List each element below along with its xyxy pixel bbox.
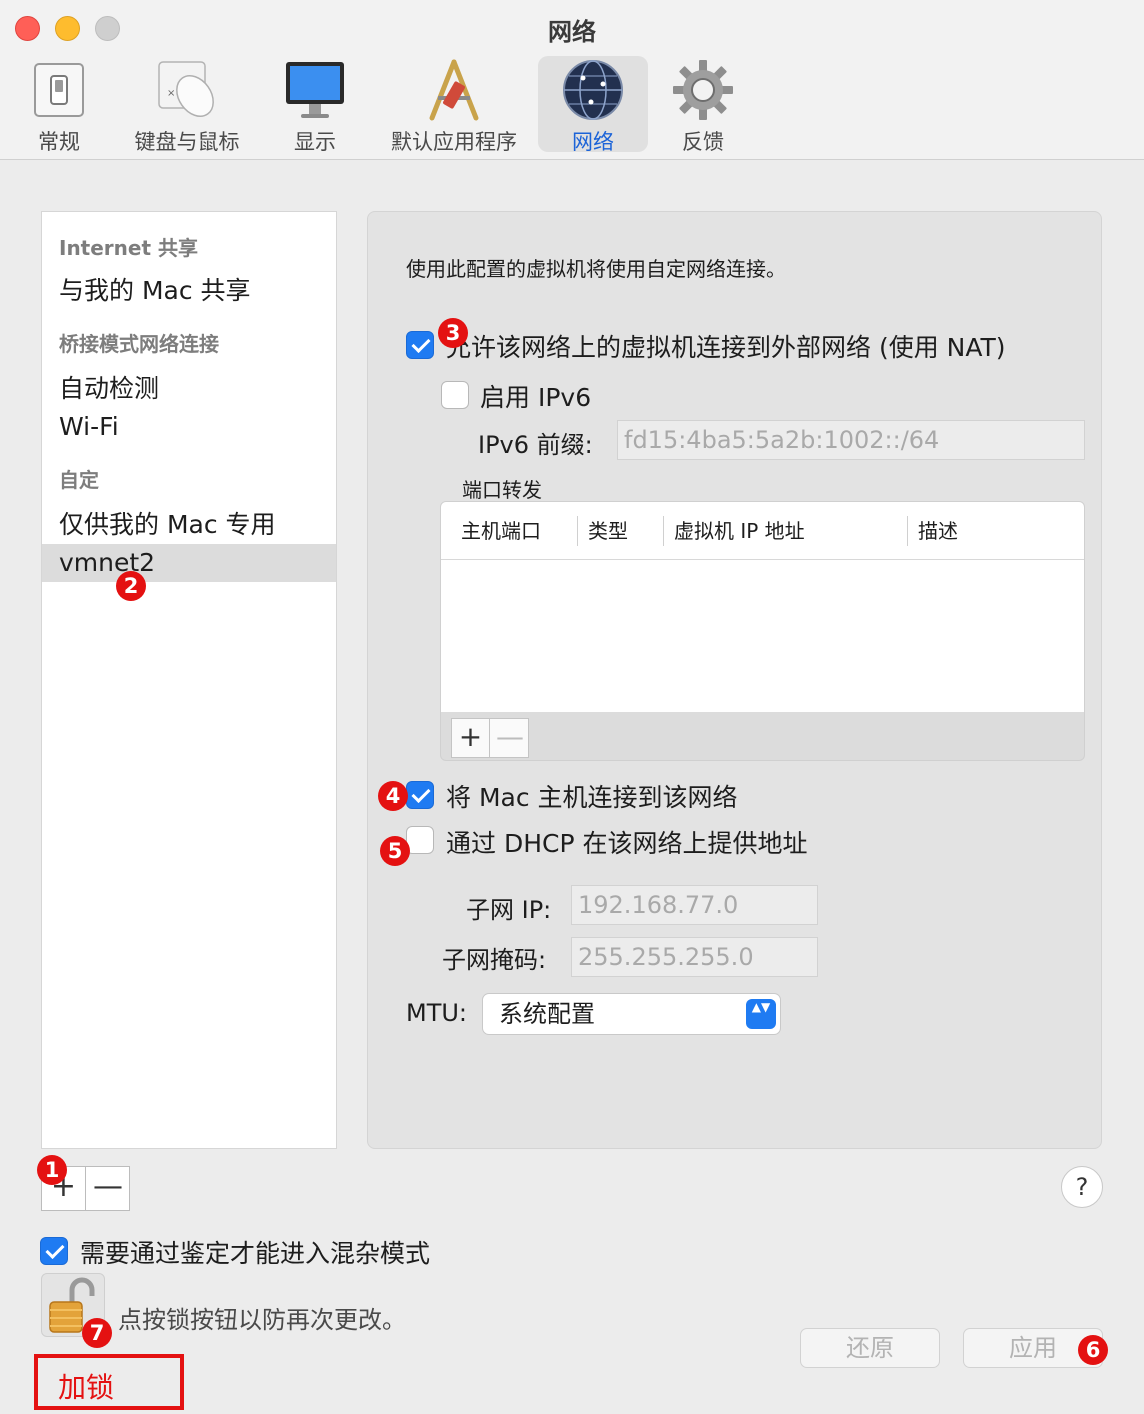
host-connect-checkbox[interactable]: [406, 781, 434, 809]
ipv6-checkbox[interactable]: [441, 381, 469, 409]
annotation-box-lock: 加锁: [34, 1354, 184, 1410]
annotation-badge-3: 3: [438, 318, 468, 348]
section-header-bridged: 桥接模式网络连接: [59, 332, 219, 356]
title-bar: 网络 常规 × 键盘与鼠标 显示 默认应用程序 网络 反馈: [0, 0, 1144, 160]
config-description: 使用此配置的虚拟机将使用自定网络连接。: [406, 257, 786, 281]
list-item-share-with-mac[interactable]: 与我的 Mac 共享: [42, 272, 336, 310]
annotation-badge-5: 5: [380, 836, 410, 866]
nat-checkbox-label: 允许该网络上的虚拟机连接到外部网络 (使用 NAT): [446, 333, 1006, 362]
revert-button[interactable]: 还原: [800, 1328, 940, 1368]
display-monitor-icon: [286, 62, 344, 118]
keyboard-mouse-icon: ×: [158, 61, 214, 117]
svg-text:×: ×: [167, 88, 175, 99]
list-item-private-to-mac[interactable]: 仅供我的 Mac 专用: [42, 506, 336, 544]
mtu-select[interactable]: 系统配置 ▲▼: [482, 993, 781, 1035]
port-forwarding-add-remove: + —: [451, 718, 529, 758]
tab-feedback-label: 反馈: [682, 130, 724, 154]
default-apps-icon: [429, 59, 479, 121]
subnet-mask-label: 子网掩码:: [442, 946, 547, 974]
nat-checkbox[interactable]: [406, 331, 434, 359]
list-item-vmnet2[interactable]: vmnet2: [42, 544, 336, 582]
tab-default-apps[interactable]: 默认应用程序: [380, 56, 528, 154]
subnet-mask-field[interactable]: 255.255.255.0: [571, 937, 818, 977]
tab-display-label: 显示: [294, 130, 336, 154]
network-list: Internet 共享 与我的 Mac 共享 桥接模式网络连接 自动检测 Wi-…: [41, 211, 337, 1149]
port-forwarding-rows[interactable]: [441, 560, 1084, 712]
list-item-wifi[interactable]: Wi-Fi: [42, 408, 336, 446]
ipv6-prefix-label: IPv6 前缀:: [478, 431, 593, 459]
annotation-badge-4: 4: [378, 781, 408, 811]
ipv6-checkbox-label: 启用 IPv6: [480, 383, 592, 412]
general-switch-icon: [34, 63, 84, 117]
annotation-box-text: 加锁: [58, 1371, 115, 1404]
port-forwarding-header: 主机端口 类型 虚拟机 IP 地址 描述: [441, 502, 1084, 560]
annotation-badge-2: 2: [116, 571, 146, 601]
tab-display[interactable]: 显示: [276, 56, 354, 154]
remove-port-rule-button[interactable]: —: [491, 719, 529, 757]
mtu-label: MTU:: [406, 999, 468, 1027]
tab-general[interactable]: 常规: [20, 56, 98, 154]
tab-network-label: 网络: [572, 130, 614, 154]
promiscuous-auth-checkbox[interactable]: [40, 1237, 68, 1265]
column-type[interactable]: 类型: [577, 516, 663, 546]
port-forwarding-label: 端口转发: [462, 478, 542, 502]
lock-hint-text: 点按锁按钮以防再次更改。: [118, 1306, 406, 1334]
annotation-badge-1: 1: [37, 1155, 67, 1185]
column-description[interactable]: 描述: [907, 516, 1077, 546]
list-item-autodetect[interactable]: 自动检测: [42, 370, 336, 408]
dhcp-checkbox-label: 通过 DHCP 在该网络上提供地址: [446, 829, 808, 858]
tab-keyboard-mouse-label: 键盘与鼠标: [134, 130, 240, 154]
chevron-up-down-icon: ▲▼: [746, 999, 776, 1029]
column-vm-ip[interactable]: 虚拟机 IP 地址: [663, 516, 907, 546]
section-header-custom: 自定: [59, 468, 99, 492]
tab-keyboard-mouse[interactable]: × 键盘与鼠标: [125, 56, 249, 154]
gear-icon: [673, 60, 733, 120]
host-connect-checkbox-label: 将 Mac 主机连接到该网络: [446, 783, 738, 812]
remove-network-button[interactable]: —: [86, 1167, 130, 1210]
tab-general-label: 常规: [38, 130, 80, 154]
ipv6-prefix-field[interactable]: fd15:4ba5:5a2b:1002::/64: [617, 420, 1085, 460]
port-forwarding-table: 主机端口 类型 虚拟机 IP 地址 描述 + —: [440, 501, 1085, 761]
annotation-badge-6: 6: [1078, 1335, 1108, 1365]
annotation-badge-7: 7: [82, 1318, 112, 1348]
section-header-internet-sharing: Internet 共享: [59, 236, 198, 260]
tab-default-apps-label: 默认应用程序: [391, 130, 517, 154]
subnet-ip-label: 子网 IP:: [466, 896, 552, 924]
subnet-ip-field[interactable]: 192.168.77.0: [571, 885, 818, 925]
window-title: 网络: [548, 18, 596, 46]
mtu-select-value: 系统配置: [499, 1000, 595, 1028]
promiscuous-auth-label: 需要通过鉴定才能进入混杂模式: [80, 1239, 431, 1268]
network-globe-icon: [563, 60, 623, 120]
dhcp-checkbox[interactable]: [406, 826, 434, 854]
tab-feedback[interactable]: 反馈: [664, 56, 742, 154]
tab-network[interactable]: 网络: [538, 56, 648, 154]
help-button[interactable]: ?: [1061, 1166, 1103, 1208]
add-port-rule-button[interactable]: +: [452, 719, 490, 757]
column-host-port[interactable]: 主机端口: [451, 516, 577, 546]
